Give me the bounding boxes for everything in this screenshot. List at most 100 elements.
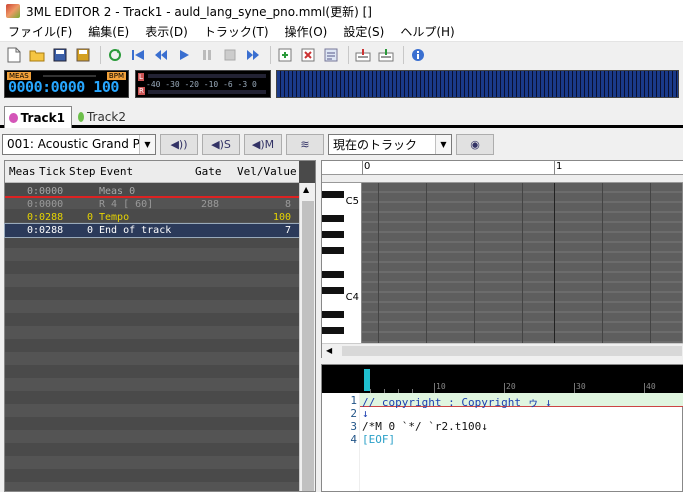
menu-track[interactable]: トラック(T)	[196, 22, 277, 42]
piano-keyboard[interactable]: C5 C4	[322, 183, 362, 343]
piano-roll-panel: 0 1 C5 C4 ◀	[321, 160, 683, 358]
mute-button[interactable]: ◀)M	[244, 133, 282, 155]
col-tick[interactable]: Tick	[39, 165, 66, 178]
code-line-eof: [EOF]	[362, 433, 396, 446]
piano-roll-ruler[interactable]: 0 1	[322, 161, 683, 175]
col-step[interactable]: Step	[69, 165, 96, 178]
track2-flower-icon	[78, 112, 84, 122]
row-step: 0	[87, 225, 94, 236]
level-l-label: L	[138, 73, 144, 81]
rewind-icon[interactable]	[128, 45, 148, 65]
step-back-icon[interactable]	[151, 45, 171, 65]
stop-icon[interactable]	[220, 45, 240, 65]
ruler-num-10: 10	[436, 382, 446, 391]
menu-settings[interactable]: 設定(S)	[335, 22, 392, 42]
ruler-tick	[574, 383, 575, 393]
import-icon[interactable]	[353, 45, 373, 65]
black-key[interactable]	[322, 247, 344, 254]
chevron-down-icon[interactable]: ▼	[435, 134, 451, 154]
tab-track2[interactable]: Track2	[74, 106, 132, 128]
event-list-body[interactable]: 0:0000 Meas 0 0:0000 R 4 [ 60] 288 8 0:0…	[4, 183, 300, 491]
scroll-left-icon[interactable]: ◀	[326, 346, 332, 355]
chevron-down-icon[interactable]: ▼	[139, 134, 155, 154]
line-number: 2	[350, 407, 357, 420]
new-icon[interactable]	[4, 45, 24, 65]
table-row[interactable]: 0:0288 0 Tempo 100	[5, 211, 299, 224]
add-track-icon[interactable]	[275, 45, 295, 65]
event-list-scrollbar[interactable]: ▲	[299, 183, 315, 491]
vertical-splitter[interactable]	[316, 160, 320, 492]
row-event: R 4 [ 60]	[99, 199, 154, 210]
code-line[interactable]: // copyright : Copyright ゥ ↓	[362, 394, 552, 410]
track-tabs: Track1 Track2	[0, 104, 683, 128]
scroll-thumb[interactable]	[302, 201, 314, 491]
black-key[interactable]	[322, 311, 344, 318]
toolbar-separator	[348, 46, 349, 64]
instrument-select[interactable]: 001: Acoustic Grand Pia ▼	[2, 133, 156, 155]
grid-line	[602, 183, 603, 343]
table-row[interactable]: 0:0000 R 4 [ 60] 288 8	[5, 198, 299, 211]
piano-roll-scrollbar[interactable]: ◀	[322, 343, 683, 358]
speaker-icon: ◀))	[170, 137, 188, 151]
row-meas-tick: 0:0288	[27, 225, 64, 236]
black-key[interactable]	[322, 191, 344, 198]
menu-help[interactable]: ヘルプ(H)	[392, 22, 462, 42]
save-icon[interactable]	[50, 45, 70, 65]
eye-icon: ◉	[470, 137, 480, 151]
key-label-c5: C5	[345, 196, 359, 207]
row-value: 8	[284, 199, 291, 210]
track-scope-select[interactable]: 現在のトラック ▼	[328, 133, 452, 155]
refresh-icon[interactable]	[105, 45, 125, 65]
scroll-up-icon[interactable]: ▲	[303, 185, 309, 194]
menu-file[interactable]: ファイル(F)	[0, 22, 80, 42]
pause-icon[interactable]	[197, 45, 217, 65]
row-meas-tick: 0:0000	[27, 199, 64, 210]
grid-line	[378, 183, 379, 343]
black-key[interactable]	[322, 271, 344, 278]
table-row-selected[interactable]: 0:0288 0 End of track 7	[4, 223, 300, 238]
key-label-c4: C4	[345, 292, 359, 303]
col-vel[interactable]: Vel/Value	[237, 165, 297, 178]
title-bar: 3ML EDITOR 2 - Track1 - auld_lang_syne_p…	[0, 0, 683, 22]
line-number: 4	[350, 433, 357, 446]
info-icon[interactable]	[408, 45, 428, 65]
export-icon[interactable]	[376, 45, 396, 65]
line-number: 1	[350, 394, 357, 407]
meters-row: MEAS BPM 0000:0000 100 L -40 -30 -20 -10…	[0, 68, 683, 100]
ruler-num-20: 20	[506, 382, 516, 391]
ruler-tick	[644, 383, 645, 393]
col-gate[interactable]: Gate	[195, 165, 222, 178]
col-meas[interactable]: Meas	[9, 165, 36, 178]
delete-track-icon[interactable]	[298, 45, 318, 65]
track-props-icon[interactable]	[321, 45, 341, 65]
col-event[interactable]: Event	[100, 165, 133, 178]
code-line[interactable]: ↓	[362, 407, 369, 420]
solo-button[interactable]: ◀)S	[202, 133, 240, 155]
toolbar-separator	[403, 46, 404, 64]
wave-button[interactable]: ≋	[286, 133, 324, 155]
level-r-label: R	[138, 87, 145, 95]
tab-track1[interactable]: Track1	[4, 106, 72, 128]
black-key[interactable]	[322, 287, 344, 294]
save-as-icon[interactable]	[73, 45, 93, 65]
window-title: 3ML EDITOR 2 - Track1 - auld_lang_syne_p…	[26, 4, 372, 19]
menu-edit[interactable]: 編集(E)	[80, 22, 137, 42]
scroll-thumb[interactable]	[342, 346, 682, 356]
track1-flower-icon	[9, 112, 18, 123]
menu-operation[interactable]: 操作(O)	[277, 22, 336, 42]
play-icon[interactable]	[174, 45, 194, 65]
menu-view[interactable]: 表示(D)	[137, 22, 196, 42]
ruler-line	[554, 161, 555, 175]
control-bar: 001: Acoustic Grand Pia ▼ ◀)) ◀)S ◀)M ≋ …	[0, 131, 683, 157]
eye-button[interactable]: ◉	[456, 133, 494, 155]
editor-ruler: 10 20 30 40	[322, 365, 683, 393]
open-icon[interactable]	[27, 45, 47, 65]
black-key[interactable]	[322, 215, 344, 222]
speaker-button[interactable]: ◀))	[160, 133, 198, 155]
code-line[interactable]: /*M 0 `*/ `r2.t100↓	[362, 420, 488, 433]
grid-line	[554, 183, 555, 343]
black-key[interactable]	[322, 231, 344, 238]
piano-roll-grid[interactable]	[362, 183, 682, 343]
fast-forward-icon[interactable]	[243, 45, 263, 65]
black-key[interactable]	[322, 327, 344, 334]
